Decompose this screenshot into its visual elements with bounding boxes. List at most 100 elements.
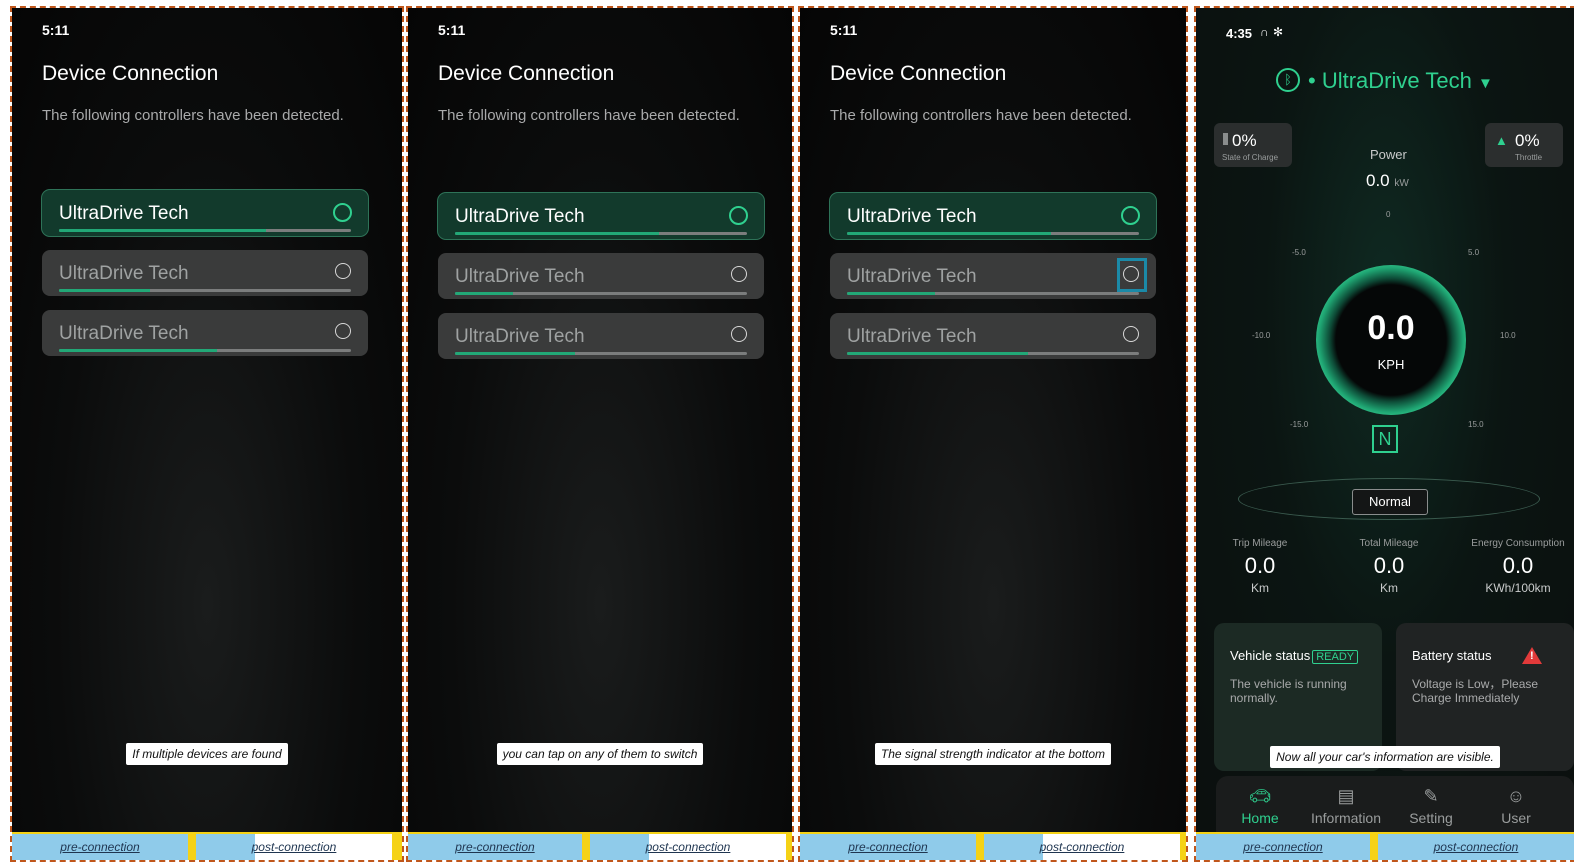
radio-selected-icon[interactable] [1121, 206, 1140, 225]
tab-pre-connection[interactable]: pre-connection [800, 834, 976, 860]
nav-home[interactable]: 🚗︎ Home [1220, 786, 1300, 826]
caption: Now all your car's information are visib… [1196, 746, 1574, 770]
tab-post-connection[interactable]: post-connection [1378, 834, 1574, 860]
throttle-card: ▲ 0% Throttle [1485, 123, 1563, 167]
signal-strength-bar [847, 352, 1139, 355]
device-selector[interactable]: • UltraDrive Tech ▼ [1308, 68, 1493, 94]
document-icon: ▤ [1337, 786, 1355, 806]
chevron-down-icon: ▼ [1477, 75, 1493, 92]
radio-icon[interactable] [335, 263, 351, 279]
radio-icon[interactable] [335, 323, 351, 339]
signal-strength-bar [59, 289, 351, 292]
device-item[interactable]: UltraDrive Tech [438, 313, 764, 359]
device-item[interactable]: UltraDrive Tech [438, 193, 764, 239]
phase-tabs: pre-connection post-connection [1196, 832, 1574, 860]
caption-text: Now all your car's information are visib… [1270, 746, 1500, 768]
soc-value: 0% [1232, 131, 1257, 150]
gauge-tick: 0 [1386, 210, 1391, 219]
dot-separator: • [1308, 68, 1322, 93]
battery-status-text: Voltage is Low，Please Charge Immediately [1412, 677, 1539, 705]
throttle-value: 0% [1515, 131, 1540, 150]
signal-strength-bar [455, 232, 747, 235]
signal-fill [455, 352, 575, 355]
gear-indicator: N [1372, 425, 1398, 453]
status-time: 5:11 [42, 22, 70, 38]
device-item[interactable]: UltraDrive Tech [830, 193, 1156, 239]
radio-selected-icon[interactable] [729, 206, 748, 225]
device-name: UltraDrive Tech [59, 323, 189, 344]
device-name: UltraDrive Tech [455, 206, 585, 227]
caption-text: If multiple devices are found [126, 743, 288, 765]
device-item[interactable]: UltraDrive Tech [830, 313, 1156, 359]
signal-fill [847, 292, 935, 295]
device-name: UltraDrive Tech [847, 326, 977, 347]
nav-setting[interactable]: ✎ Setting [1391, 786, 1471, 826]
device-item[interactable]: UltraDrive Tech [830, 253, 1156, 299]
tab-post-connection[interactable]: post-connection [590, 834, 786, 860]
device-name: UltraDrive Tech [847, 266, 977, 287]
radio-icon[interactable] [731, 326, 747, 342]
battery-status-title: Battery status [1412, 648, 1492, 663]
page-title: Device Connection [830, 62, 1007, 85]
radio-selected-icon[interactable] [333, 203, 352, 222]
page-subtitle: The following controllers have been dete… [830, 107, 1132, 124]
device-name: UltraDrive Tech [455, 266, 585, 287]
device-item[interactable]: UltraDrive Tech [42, 250, 368, 296]
caption: you can tap on any of them to switch [408, 743, 792, 767]
screen-3: 5:11 Device Connection The following con… [798, 6, 1188, 862]
total-mileage: Total Mileage 0.0 Km [1359, 538, 1419, 595]
caption-text: The signal strength indicator at the bot… [874, 743, 1112, 765]
phase-tabs: pre-connection post-connection [12, 832, 402, 860]
device-name: UltraDrive Tech [59, 203, 189, 224]
energy-consumption: Energy Consumption 0.0 KWh/100km [1471, 538, 1565, 595]
phase-tabs: pre-connection post-connection [800, 832, 1186, 860]
caption: If multiple devices are found [12, 743, 402, 767]
signal-fill [455, 292, 514, 295]
device-name: UltraDrive Tech [847, 206, 977, 227]
nav-user[interactable]: ☺ User [1476, 786, 1556, 826]
bottom-nav: 🚗︎ Home ▤ Information ✎ Setting ☺ User [1216, 776, 1574, 836]
device-name: UltraDrive Tech [1321, 68, 1472, 93]
throttle-icon: ▲ [1495, 133, 1508, 148]
caption-text: you can tap on any of them to switch [496, 743, 704, 765]
phase-tabs: pre-connection post-connection [408, 832, 792, 860]
page-subtitle: The following controllers have been dete… [42, 107, 344, 124]
car-icon: 🚗︎ [1248, 786, 1272, 806]
signal-strength-bar [59, 349, 351, 352]
tab-pre-connection[interactable]: pre-connection [12, 834, 188, 860]
tab-pre-connection[interactable]: pre-connection [1196, 834, 1370, 860]
signal-fill [59, 349, 217, 352]
signal-strength-bar [847, 232, 1139, 235]
ready-badge: READY [1312, 650, 1359, 664]
caption: The signal strength indicator at the bot… [800, 743, 1186, 767]
radio-icon[interactable] [731, 266, 747, 282]
vehicle-status-title: Vehicle status READY [1230, 648, 1359, 664]
user-icon: ☺ [1506, 786, 1526, 806]
nav-information[interactable]: ▤ Information [1306, 786, 1386, 826]
signal-fill [59, 289, 150, 292]
tab-post-connection[interactable]: post-connection [984, 834, 1180, 860]
drive-mode[interactable]: Normal [1352, 489, 1428, 515]
signal-strength-bar [455, 352, 747, 355]
gauge-tick: -5.0 [1292, 248, 1306, 257]
power-label: Power [1370, 147, 1407, 162]
device-item[interactable]: UltraDrive Tech [42, 310, 368, 356]
speed-unit: KPH [1377, 357, 1405, 372]
tab-pre-connection[interactable]: pre-connection [408, 834, 582, 860]
gauge-tick: 15.0 [1468, 420, 1484, 429]
device-name: UltraDrive Tech [455, 326, 585, 347]
device-item[interactable]: UltraDrive Tech [438, 253, 764, 299]
bluetooth-small-icon: ✻ [1273, 25, 1284, 39]
gauge-tick: -15.0 [1290, 420, 1309, 429]
soc-label: State of Charge [1222, 153, 1279, 162]
signal-fill [455, 232, 660, 235]
speed-value: 0.0 [1367, 309, 1415, 347]
power-value: 0.0 kW [1366, 171, 1409, 190]
tab-post-connection[interactable]: post-connection [196, 834, 392, 860]
signal-fill [847, 232, 1052, 235]
gauge-tick: 5.0 [1468, 248, 1480, 257]
screen-1: 5:11 Device Connection The following con… [10, 6, 404, 862]
status-time: 5:11 [438, 22, 466, 38]
radio-icon[interactable] [1123, 326, 1139, 342]
device-item[interactable]: UltraDrive Tech [42, 190, 368, 236]
